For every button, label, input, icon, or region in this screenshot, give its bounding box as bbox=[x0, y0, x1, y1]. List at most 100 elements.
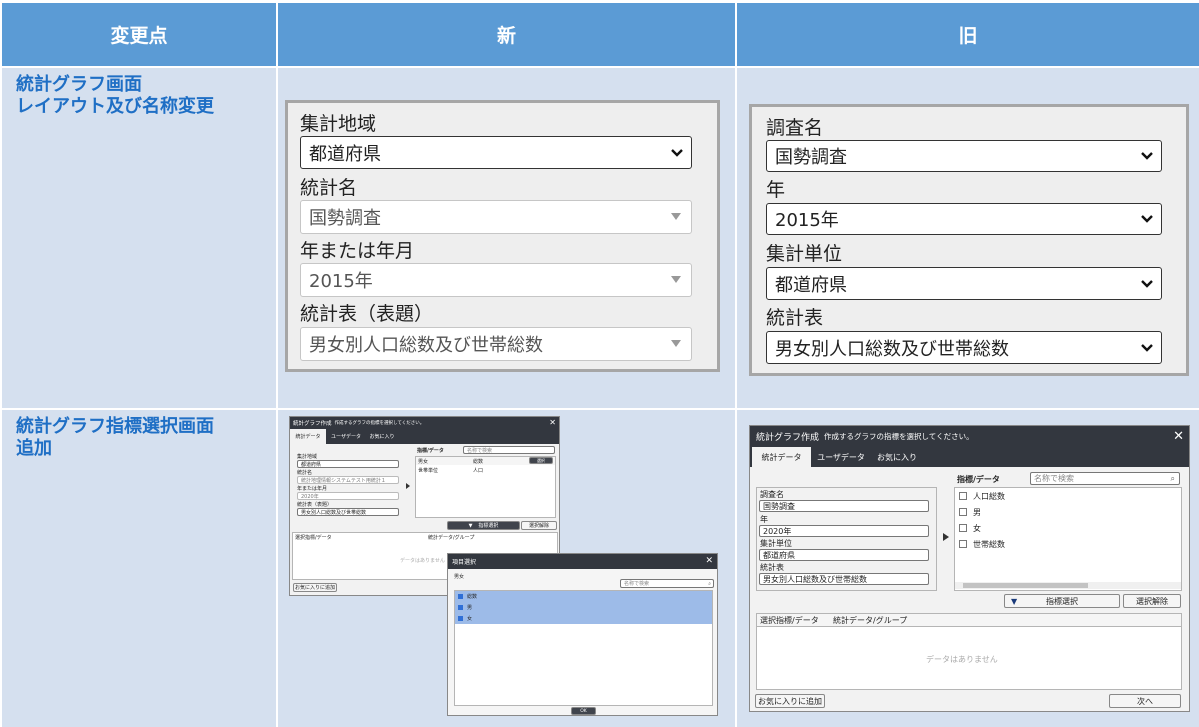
field-label: 集計単位 bbox=[760, 539, 792, 548]
unit-select[interactable]: 都道府県 bbox=[759, 549, 929, 561]
tab-favorites[interactable]: お気に入り bbox=[871, 447, 923, 467]
checkbox-icon[interactable] bbox=[959, 540, 967, 548]
indicator-header: 指標/データ bbox=[417, 448, 444, 454]
row1-label: 統計グラフ画面 レイアウト及び名称変更 bbox=[2, 68, 276, 408]
stat-select[interactable]: 統計地理情報システムテスト用統計１ bbox=[297, 476, 399, 484]
close-icon[interactable]: ✕ bbox=[1173, 429, 1184, 444]
new-field-label-table: 統計表（表題） bbox=[300, 303, 434, 325]
search-icon: ⌕ bbox=[708, 580, 711, 587]
survey-select[interactable]: 国勢調査 bbox=[759, 500, 929, 512]
dialog-title-bar: 統計グラフ作成 作成するグラフの指標を選択してください。 bbox=[750, 426, 1189, 447]
new-region-select[interactable]: 都道府県 bbox=[300, 136, 692, 169]
old-form-panel: 調査名 国勢調査 年 2015年 集計単位 都道府県 統計表 男女別人口総数及び… bbox=[749, 104, 1189, 376]
field-label: 年 bbox=[760, 515, 768, 524]
ok-button[interactable]: OK bbox=[571, 707, 596, 715]
close-icon[interactable]: ✕ bbox=[549, 418, 556, 427]
indicator-list bbox=[415, 456, 556, 518]
add-favorite-button[interactable]: お気に入りに追加 bbox=[755, 694, 825, 708]
field-label: 調査名 bbox=[760, 490, 784, 499]
item-label: 人口総数 bbox=[973, 492, 1005, 501]
checkbox-icon[interactable] bbox=[458, 616, 463, 621]
arrow-down-icon: ▼ bbox=[1011, 596, 1018, 606]
table-select[interactable]: 男女別人口総数及び世帯総数 bbox=[759, 573, 929, 585]
tab-user-data[interactable]: ユーザデータ bbox=[811, 447, 871, 467]
clear-selection-button[interactable]: 選択解除 bbox=[1123, 594, 1181, 608]
old-table-select[interactable]: 男女別人口総数及び世帯総数 bbox=[766, 331, 1162, 364]
checkbox-icon[interactable] bbox=[959, 508, 967, 516]
row2-label-line1: 統計グラフ指標選択画面 bbox=[16, 416, 214, 437]
table-select[interactable]: 男女別人口総数及び世帯総数 bbox=[297, 508, 399, 516]
chevron-down-icon bbox=[1141, 215, 1153, 223]
dialog-tabs: 統計データ ユーザデータ お気に入り bbox=[750, 447, 1189, 467]
new-year-value: 2015年 bbox=[309, 271, 373, 292]
field-label: 統計名 bbox=[297, 470, 313, 476]
header-change-point-text: 変更点 bbox=[110, 25, 168, 47]
header-new: 新 bbox=[278, 3, 735, 66]
new-table-select[interactable]: 男女別人口総数及び世帯総数 bbox=[300, 327, 692, 361]
selected-col-header: 選択指標/データ bbox=[295, 535, 332, 541]
list-cell: 総数 bbox=[473, 459, 484, 465]
field-label: 統計表 bbox=[760, 563, 784, 572]
tab-stat-data[interactable]: 統計データ bbox=[290, 429, 326, 444]
year-select[interactable]: 2020年 bbox=[759, 525, 929, 537]
dialog-title-bar: 統計グラフ作成 作成するグラフの指標を選択してください。 bbox=[290, 417, 559, 429]
dropdown-triangle-icon bbox=[671, 213, 681, 220]
selected-col-header: 統計データ/グループ bbox=[428, 535, 475, 541]
select-indicator-label: 指標選択 bbox=[478, 523, 499, 529]
clear-selection-button[interactable]: 選択解除 bbox=[521, 521, 557, 530]
item-label: 男 bbox=[467, 605, 473, 611]
header-old: 旧 bbox=[737, 3, 1199, 66]
row2-label-line2: 追加 bbox=[16, 438, 52, 459]
region-select[interactable]: 都道府県 bbox=[297, 460, 399, 468]
item-search-placeholder: 名称で検索 bbox=[624, 581, 650, 587]
old-survey-value: 国勢調査 bbox=[775, 147, 847, 168]
new-year-select[interactable]: 2015年 bbox=[300, 263, 692, 297]
checkbox-icon[interactable] bbox=[959, 524, 967, 532]
item-search-input[interactable]: 名称で検索 ⌕ bbox=[620, 579, 714, 588]
old-graph-dialog: 統計グラフ作成 作成するグラフの指標を選択してください。 ✕ 統計データ ユーザ… bbox=[749, 425, 1190, 712]
new-field-label-year: 年または年月 bbox=[300, 240, 415, 262]
horizontal-scrollbar[interactable] bbox=[955, 582, 1181, 589]
empty-message: データはありません bbox=[926, 655, 998, 664]
row1-label-line2: レイアウト及び名称変更 bbox=[16, 96, 214, 117]
select-indicator-button[interactable]: ▼ 指標選択 bbox=[1004, 594, 1120, 608]
item-label: 世帯総数 bbox=[973, 540, 1005, 549]
tab-user-data[interactable]: ユーザデータ bbox=[326, 429, 366, 444]
selected-header-row bbox=[756, 613, 1182, 627]
scrollbar-thumb[interactable] bbox=[963, 583, 1088, 588]
tab-favorites[interactable]: お気に入り bbox=[366, 429, 398, 444]
old-table-value: 男女別人口総数及び世帯総数 bbox=[775, 338, 1009, 360]
old-unit-select[interactable]: 都道府県 bbox=[766, 267, 1162, 300]
old-field-label-unit: 集計単位 bbox=[766, 243, 843, 265]
search-input[interactable]: 名称で検索 ⌕ bbox=[1030, 472, 1180, 485]
next-button[interactable]: 次へ bbox=[1109, 694, 1181, 708]
dropdown-triangle-icon bbox=[671, 276, 681, 283]
add-favorite-button[interactable]: お気に入りに追加 bbox=[293, 583, 337, 592]
old-year-value: 2015年 bbox=[775, 210, 839, 231]
row1-label-line1: 統計グラフ画面 bbox=[16, 74, 142, 95]
select-indicator-button[interactable]: ▼ 指標選択 bbox=[447, 521, 520, 530]
year-select[interactable]: 2020年 bbox=[297, 492, 399, 500]
item-label: 女 bbox=[973, 524, 981, 533]
chevron-down-icon bbox=[671, 148, 683, 157]
chevron-down-icon bbox=[1141, 152, 1153, 160]
old-year-select[interactable]: 2015年 bbox=[766, 203, 1162, 235]
select-row-button[interactable]: 選択 bbox=[529, 457, 553, 464]
item-list-highlight bbox=[455, 591, 712, 624]
header-old-text: 旧 bbox=[958, 25, 978, 47]
item-dialog-title: 項目選択 bbox=[452, 559, 477, 566]
tab-stat-data[interactable]: 統計データ bbox=[752, 447, 811, 467]
dropdown-triangle-icon bbox=[671, 340, 681, 347]
empty-message: データはありません bbox=[400, 558, 445, 564]
selected-col-header: 統計データ/グループ bbox=[833, 616, 908, 625]
checkbox-icon[interactable] bbox=[458, 594, 463, 599]
new-stat-select[interactable]: 国勢調査 bbox=[300, 200, 692, 234]
old-survey-select[interactable]: 国勢調査 bbox=[766, 140, 1162, 172]
close-icon[interactable]: ✕ bbox=[705, 556, 713, 566]
header-new-text: 新 bbox=[496, 25, 516, 47]
search-input[interactable]: 名称で検索 bbox=[463, 446, 555, 454]
checkbox-icon[interactable] bbox=[959, 492, 967, 500]
arrow-down-icon: ▼ bbox=[468, 522, 473, 529]
checkbox-icon[interactable] bbox=[458, 605, 463, 610]
chevron-down-icon bbox=[1141, 279, 1153, 288]
